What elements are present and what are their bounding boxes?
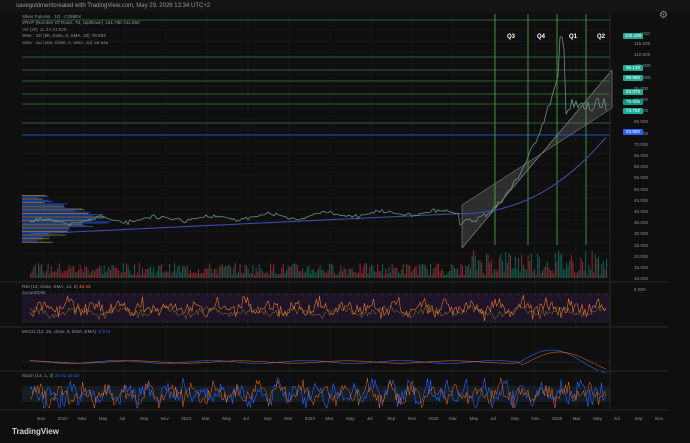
price-tick: 5.000 [634,287,646,293]
time-tick: Sep [140,416,149,421]
time-tick: Mar [449,416,457,421]
time-tick: Mar [201,416,210,421]
price-tick: 30.000 [634,231,649,237]
time-tick: 2024 [304,416,316,421]
quarter-label-q2: Q2 [597,34,606,40]
time-tick: 2023 [181,416,192,421]
price-label: 102.430 [623,33,643,39]
price-tick: 10.000 [634,276,649,282]
time-tick: Jul [119,416,126,421]
quarter-label-q3: Q3 [507,34,516,40]
time-tick: Nov [407,416,416,421]
quarter-label-q1: Q1 [569,34,578,40]
price-label: 75.935 [623,99,643,105]
macd-label[interactable]: MACD (12, 26, close, 9, EMA, EMA) -0.573 [22,329,110,334]
time-tick: Jul [490,416,497,421]
time-tick: Nov [531,416,540,421]
time-tick: Sep [510,416,519,421]
price-label: 63.580 [623,129,643,135]
time-tick: May [593,416,602,421]
tradingview-logo[interactable]: TradingView [12,427,59,436]
price-tick: 20.000 [634,253,649,259]
time-tick: Nov [37,416,46,421]
time-tick: Sep [263,416,272,421]
price-tick: 70.000 [634,141,649,147]
price-tick: 65.000 [634,153,649,158]
time-tick: Jul [366,416,373,421]
price-tick: 80.000 [634,119,649,125]
time-tick: 2022 [57,416,68,421]
time-tick: Nov [655,416,664,421]
time-tick: May [469,416,479,421]
price-tick: 110.000 [634,52,651,58]
time-tick: Mar [572,416,581,421]
price-tick: 55.000 [634,175,649,181]
time-tick: 2025 [428,416,439,421]
time-tick: May [346,416,355,421]
time-tick: Jul [613,416,620,421]
price-label: 96.130 [623,65,643,71]
stoch-label[interactable]: Stoch (14, 1, 3) 31.51 32.53 [22,373,79,378]
price-label: 73.750 [623,108,643,114]
price-tick: 15.000 [634,265,649,270]
time-tick: 2026 [552,416,563,421]
quarter-label-q4: Q4 [537,34,546,40]
price-label: 83.075 [623,89,643,95]
time-tick: Jul [243,416,249,421]
price-tick: 115.000 [634,41,651,46]
rsi-label[interactable]: RSI (14, close, SMA, 14, 2) 46.43 [22,284,90,289]
price-tick: 40.000 [634,209,649,214]
time-tick: Mar [325,416,334,421]
time-tick: Nov [160,416,169,421]
time-tick: May [98,416,108,421]
accum-dist-label[interactable]: Accum/Dist [22,290,45,295]
time-tick: Nov [284,416,293,421]
price-tick: 50.000 [634,186,649,192]
time-tick: Sep [387,416,396,421]
price-tick: 45.000 [634,197,649,203]
price-tick: 60.000 [634,164,649,170]
price-label: 88.980 [623,75,643,81]
time-tick: Mar [78,416,87,421]
price-tick: 25.000 [634,242,649,248]
time-tick: May [222,416,232,421]
time-tick: Sep [634,416,643,421]
price-tick: 35.000 [634,220,649,226]
chart-canvas[interactable] [0,0,690,443]
